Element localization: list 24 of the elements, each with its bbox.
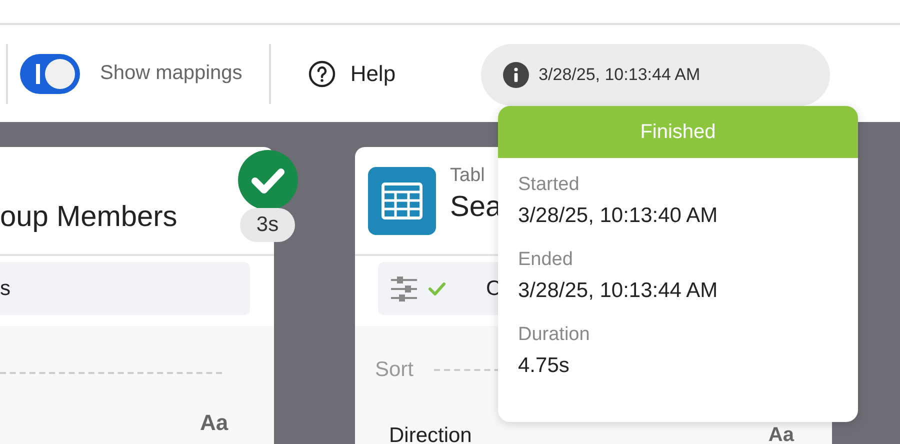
node-title: oup Members [0, 201, 178, 234]
node-type: Tabl [450, 165, 486, 187]
status-time: 3/28/25, 10:13:44 AM [538, 64, 700, 84]
sliders-icon [390, 274, 418, 302]
field-label: Ended [518, 249, 574, 271]
field-value: 3/28/25, 10:13:40 AM [518, 204, 719, 228]
toggle-switch[interactable] [20, 54, 80, 94]
input-field[interactable]: s [0, 262, 250, 315]
field-value: 4.75s [518, 354, 570, 378]
status-button[interactable]: 3/28/25, 10:13:44 AM [480, 44, 830, 106]
info-icon [502, 62, 529, 88]
duration-badge: 3s [240, 208, 295, 242]
help-button[interactable]: Help [308, 60, 396, 88]
field-label: Direction [389, 425, 472, 444]
toggle-label: Show mappings [100, 62, 242, 85]
field-label: Duration [518, 324, 591, 346]
text-type-icon: Aa [768, 425, 794, 444]
field-value: 3/28/25, 10:13:44 AM [518, 279, 719, 303]
status-header: Finished [498, 106, 858, 158]
field-label: Started [518, 174, 580, 196]
table-icon [368, 167, 436, 235]
section-label: Sort [375, 358, 414, 382]
text-type-icon: Aa [200, 410, 228, 436]
help-icon [308, 60, 336, 88]
